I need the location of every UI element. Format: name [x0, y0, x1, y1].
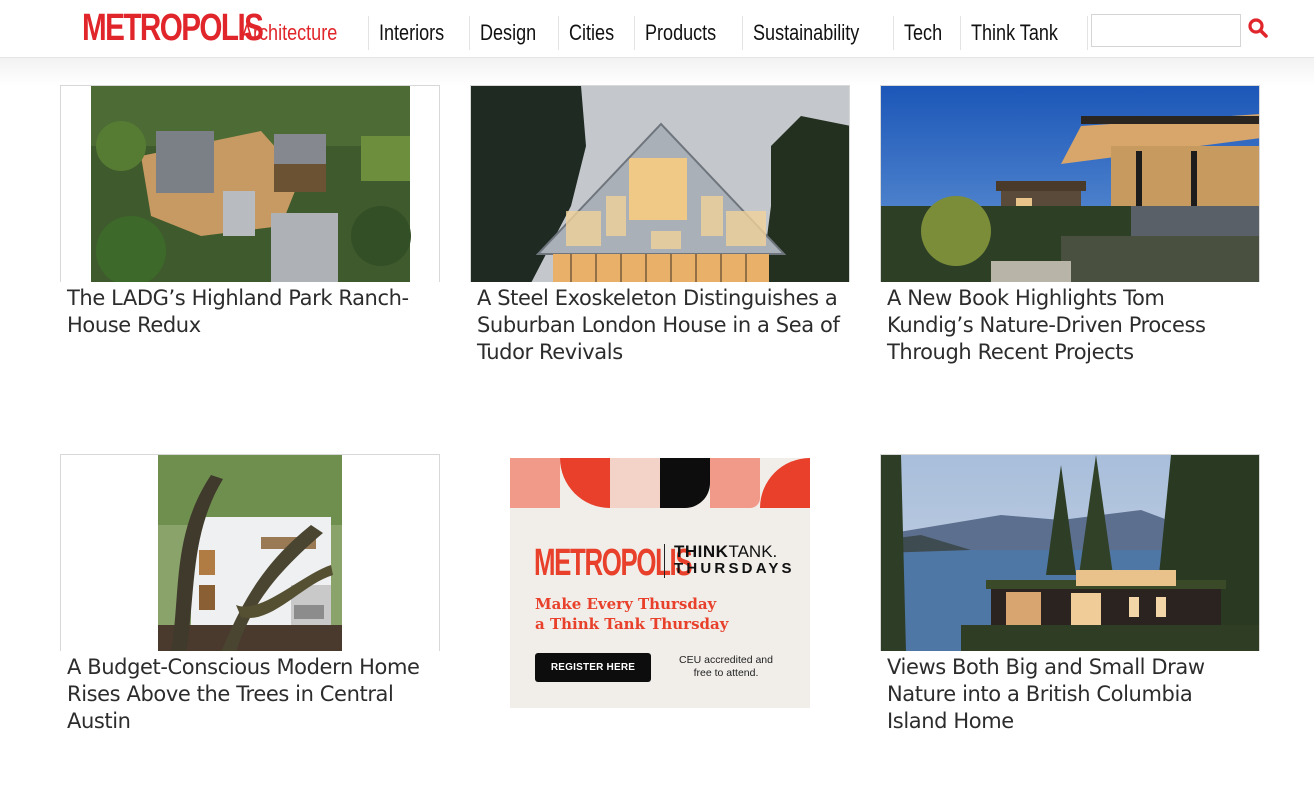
ad-logo: METROPOLIS	[534, 542, 693, 584]
search-input[interactable]	[1091, 14, 1241, 47]
search-icon	[1248, 18, 1268, 38]
island-home-photo	[881, 455, 1259, 651]
article-title[interactable]: A Budget-Conscious Modern Home Rises Abo…	[67, 654, 437, 735]
ad-tagline: Make Every Thursday a Think Tank Thursda…	[535, 595, 729, 633]
search-button[interactable]	[1246, 16, 1270, 40]
ad-note: CEU accredited and free to attend.	[679, 654, 773, 679]
nav-item-design[interactable]: Design	[468, 16, 558, 50]
article-title[interactable]: Views Both Big and Small Draw Nature int…	[887, 654, 1257, 735]
register-here-button[interactable]: REGISTER HERE	[535, 653, 651, 682]
site-header: METROPOLIS Architecture Interiors Design…	[0, 0, 1314, 58]
twilight-house-photo	[881, 86, 1259, 282]
article-title[interactable]: A Steel Exoskeleton Distinguishes a Subu…	[477, 285, 847, 366]
nav-item-products[interactable]: Products	[634, 16, 742, 50]
article-image[interactable]	[60, 454, 440, 651]
article-title[interactable]: A New Book Highlights Tom Kundig’s Natur…	[887, 285, 1257, 366]
article-image[interactable]	[880, 454, 1260, 651]
nav-item-interiors[interactable]: Interiors	[368, 16, 468, 50]
austin-house-photo	[158, 455, 342, 651]
ad-thursdays-label: THURSDAYS	[674, 560, 795, 577]
nav-item-tech[interactable]: Tech	[892, 16, 960, 50]
ad-decorative-shapes	[510, 458, 810, 508]
main-nav: Architecture Interiors Design Cities Pro…	[231, 16, 1181, 52]
ad-logo-divider	[664, 544, 665, 578]
nav-item-architecture[interactable]: Architecture	[231, 16, 368, 50]
article-image[interactable]	[470, 85, 850, 282]
article-image[interactable]	[60, 85, 440, 282]
nav-item-think-tank[interactable]: Think Tank	[960, 16, 1087, 50]
header-shadow	[0, 58, 1314, 86]
ad-think-tank-label: THINKTANK.	[674, 542, 778, 561]
aerial-houses-photo	[91, 86, 411, 282]
nav-item-sustainability[interactable]: Sustainability	[742, 16, 893, 50]
think-tank-thursdays-ad[interactable]: METROPOLIS THINKTANK. THURSDAYS Make Eve…	[510, 458, 810, 708]
gabled-house-photo	[471, 86, 849, 282]
article-title[interactable]: The LADG’s Highland Park Ranch- House Re…	[67, 285, 437, 339]
article-image[interactable]	[880, 85, 1260, 282]
nav-item-cities[interactable]: Cities	[558, 16, 634, 50]
